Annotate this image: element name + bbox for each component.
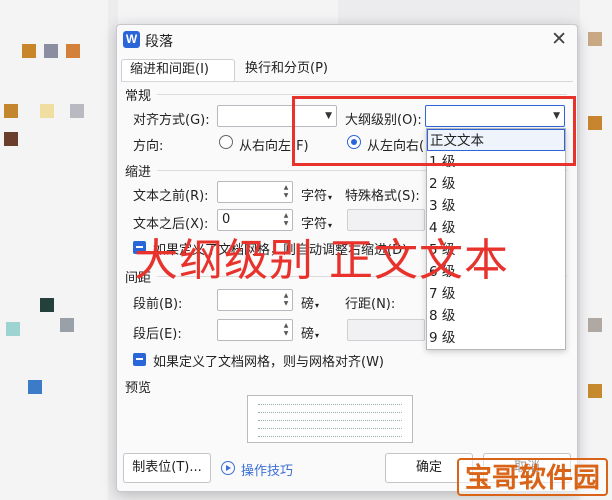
spinner-icon[interactable]: ▲ ▼ bbox=[282, 184, 290, 200]
preview-line bbox=[258, 412, 402, 413]
chevron-down-icon: ▾ bbox=[315, 301, 320, 310]
background-mosaic bbox=[66, 44, 80, 58]
background-mosaic bbox=[40, 104, 54, 118]
alignment-label: 对齐方式(G): bbox=[133, 113, 210, 128]
outline-option-level-9[interactable]: 9 级 bbox=[427, 327, 565, 349]
site-watermark: 宝哥软件园 bbox=[457, 458, 608, 496]
spacing-before-unit: 磅 bbox=[301, 297, 315, 312]
background-mosaic bbox=[70, 104, 84, 118]
background-mosaic bbox=[6, 322, 20, 336]
spacing-after-label: 段后(E): bbox=[133, 327, 182, 342]
tab-indent-spacing[interactable]: 缩进和间距(I) bbox=[121, 59, 235, 81]
tips-link[interactable]: 操作技巧 bbox=[241, 460, 293, 479]
indent-before-label: 文本之前(R): bbox=[133, 189, 209, 204]
outline-option-level-8[interactable]: 8 级 bbox=[427, 305, 565, 327]
background-mosaic bbox=[588, 116, 602, 130]
wps-logo-icon: W bbox=[123, 31, 140, 48]
dialog-titlebar: W 段落 ✕ bbox=[117, 25, 577, 55]
direction-label: 方向: bbox=[133, 139, 164, 154]
background-mosaic bbox=[588, 384, 602, 398]
annotation-overlay-text: 大纲级别 正文文本 bbox=[134, 235, 509, 286]
line-spacing-label: 行距(N): bbox=[345, 297, 396, 312]
paragraph-preview bbox=[247, 395, 413, 443]
special-format-label: 特殊格式(S): bbox=[345, 189, 420, 204]
section-preview-header: 预览 bbox=[125, 381, 152, 396]
tab-line-page-breaks[interactable]: 换行和分页(P) bbox=[237, 59, 336, 81]
snap-to-grid-checkbox[interactable] bbox=[133, 353, 146, 366]
preview-line bbox=[258, 428, 402, 429]
background-page bbox=[0, 0, 108, 500]
annotation-highlight-box bbox=[292, 96, 576, 166]
outline-option-level-2[interactable]: 2 级 bbox=[427, 173, 565, 195]
background-mosaic bbox=[44, 44, 58, 58]
tab-stops-button[interactable]: 制表位(T)... bbox=[123, 453, 211, 483]
section-indent-header: 缩进 bbox=[125, 165, 152, 180]
spacing-before-unit-select[interactable]: 磅▾ bbox=[301, 293, 319, 312]
background-mosaic bbox=[28, 380, 42, 394]
spacing-before-input[interactable]: ▲ ▼ bbox=[217, 289, 293, 311]
background-mosaic bbox=[40, 298, 54, 312]
rtl-radio[interactable] bbox=[219, 135, 233, 149]
spacing-before-label: 段前(B): bbox=[133, 297, 183, 312]
background-mosaic bbox=[60, 318, 74, 332]
section-general-header: 常规 bbox=[125, 89, 152, 104]
background-mosaic bbox=[4, 132, 18, 146]
indent-before-unit: 字符 bbox=[301, 189, 328, 204]
chevron-down-icon: ▾ bbox=[315, 331, 320, 340]
outline-option-level-3[interactable]: 3 级 bbox=[427, 195, 565, 217]
preview-line bbox=[258, 420, 402, 421]
line-spacing-value-field[interactable] bbox=[347, 319, 425, 341]
preview-line bbox=[258, 404, 402, 405]
tab-divider bbox=[121, 81, 573, 82]
spacing-after-input[interactable]: ▲ ▼ bbox=[217, 319, 293, 341]
background-mosaic bbox=[4, 104, 18, 118]
background-page bbox=[580, 0, 612, 500]
spacing-after-unit: 磅 bbox=[301, 327, 315, 342]
spacing-after-unit-select[interactable]: 磅▾ bbox=[301, 323, 319, 342]
spinner-icon[interactable]: ▲ ▼ bbox=[282, 292, 290, 308]
indent-before-input[interactable]: ▲ ▼ bbox=[217, 181, 293, 203]
chevron-down-icon: ▾ bbox=[328, 193, 333, 202]
close-icon[interactable]: ✕ bbox=[551, 28, 567, 50]
section-divider bbox=[157, 94, 567, 95]
background-mosaic bbox=[22, 44, 36, 58]
play-icon[interactable] bbox=[221, 461, 235, 475]
indent-before-unit-select[interactable]: 字符▾ bbox=[301, 185, 332, 204]
preview-line bbox=[258, 436, 402, 437]
spinner-icon[interactable]: ▲ ▼ bbox=[282, 322, 290, 338]
background-mosaic bbox=[588, 318, 602, 332]
snap-to-grid-label: 如果定义了文档网格，则与网格对齐(W) bbox=[153, 355, 384, 370]
dialog-title: 段落 bbox=[145, 34, 173, 50]
background-mosaic bbox=[588, 32, 602, 46]
